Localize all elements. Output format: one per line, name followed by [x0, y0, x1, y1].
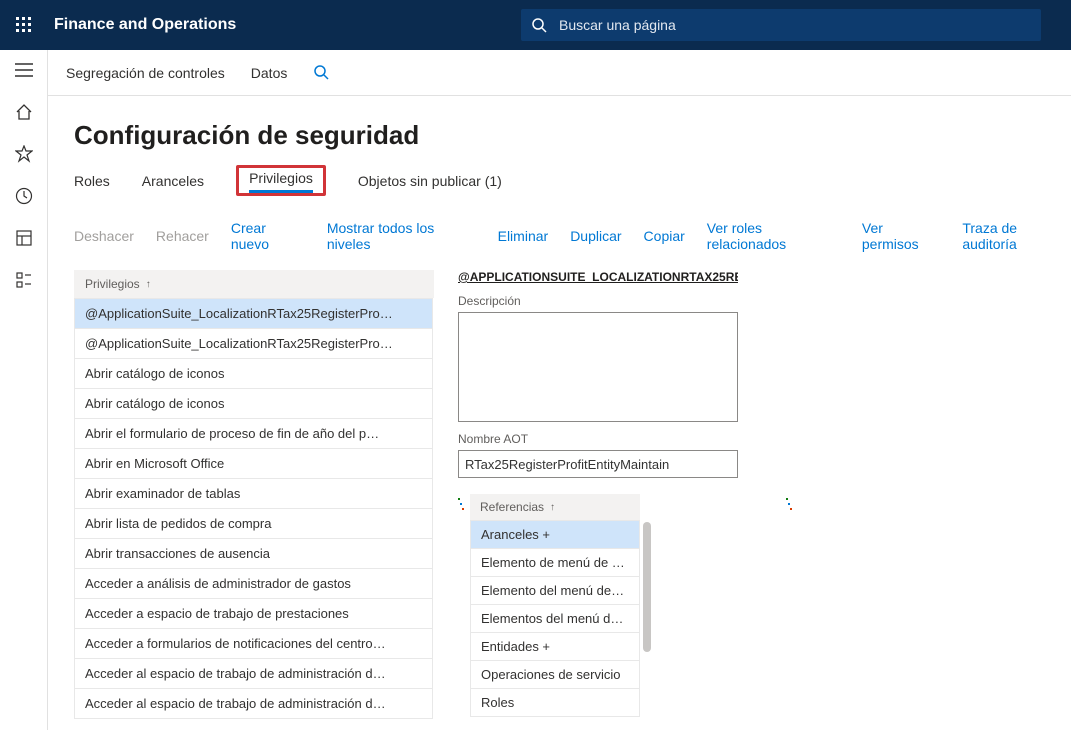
- sort-ascending-icon: ↑: [146, 279, 151, 290]
- modules-icon: [15, 271, 33, 289]
- privilege-row[interactable]: Abrir lista de pedidos de compra: [74, 509, 433, 539]
- privilege-row[interactable]: Abrir catálogo de iconos: [74, 389, 433, 419]
- search-icon: [531, 17, 547, 33]
- search-icon: [313, 64, 329, 80]
- tab-privilegios-label: Privilegios: [249, 170, 313, 186]
- topbar: Finance and Operations: [0, 0, 1071, 50]
- aot-name-value: RTax25RegisterProfitEntityMaintain: [465, 457, 669, 472]
- action-duplicate[interactable]: Duplicar: [570, 228, 621, 244]
- tab-privilegios[interactable]: Privilegios: [236, 165, 326, 196]
- privilege-row[interactable]: Abrir catálogo de iconos: [74, 359, 433, 389]
- references-panel: Referencias ↑ Aranceles + Elemento de me…: [470, 494, 640, 717]
- action-view-related-roles[interactable]: Ver roles relacionados: [707, 220, 840, 252]
- action-show-all-levels[interactable]: Mostrar todos los niveles: [327, 220, 476, 252]
- description-label: Descripción: [458, 294, 1051, 308]
- splitter-handle-left[interactable]: [458, 498, 464, 510]
- brand-title: Finance and Operations: [54, 16, 236, 34]
- action-copy[interactable]: Copiar: [644, 228, 685, 244]
- privilege-row[interactable]: Abrir en Microsoft Office: [74, 449, 433, 479]
- action-redo[interactable]: Rehacer: [156, 228, 209, 244]
- action-view-permissions[interactable]: Ver permisos: [862, 220, 940, 252]
- reference-row[interactable]: Elemento de menú de …: [470, 549, 640, 577]
- privilege-row[interactable]: Acceder a análisis de administrador de g…: [74, 569, 433, 599]
- aot-name-label: Nombre AOT: [458, 432, 1051, 446]
- reference-row[interactable]: Operaciones de servicio: [470, 661, 640, 689]
- actions-row: Deshacer Rehacer Crear nuevo Mostrar tod…: [74, 220, 1071, 252]
- sort-ascending-icon: ↑: [550, 502, 555, 513]
- tab-objetos[interactable]: Objetos sin publicar (1): [358, 169, 502, 193]
- privileges-header-label: Privilegios: [85, 277, 140, 291]
- privilege-row[interactable]: Abrir transacciones de ausencia: [74, 539, 433, 569]
- datos-link[interactable]: Datos: [251, 65, 288, 81]
- favorites-button[interactable]: [14, 144, 34, 164]
- detail-panel: @APPLICATIONSUITE_LOCALIZATIONRTAX25REGI…: [458, 270, 1071, 730]
- references-list[interactable]: Aranceles + Elemento de menú de … Elemen…: [470, 520, 640, 717]
- home-button[interactable]: [14, 102, 34, 122]
- action-create-new[interactable]: Crear nuevo: [231, 220, 305, 252]
- aot-name-field[interactable]: RTax25RegisterProfitEntityMaintain: [458, 450, 738, 478]
- tab-aranceles[interactable]: Aranceles: [142, 169, 204, 193]
- reference-row[interactable]: Aranceles +: [470, 520, 640, 549]
- scrollbar-thumb[interactable]: [643, 522, 651, 652]
- left-rail: [0, 50, 48, 730]
- detail-heading: @APPLICATIONSUITE_LOCALIZATIONRTAX25REGI…: [458, 270, 738, 284]
- action-undo[interactable]: Deshacer: [74, 228, 134, 244]
- privileges-list[interactable]: @ApplicationSuite_LocalizationRTax25Regi…: [74, 298, 434, 730]
- privilege-row[interactable]: Abrir examinador de tablas: [74, 479, 433, 509]
- recents-button[interactable]: [14, 186, 34, 206]
- action-delete[interactable]: Eliminar: [498, 228, 549, 244]
- global-search-input[interactable]: [557, 16, 1031, 34]
- privilege-row[interactable]: Acceder al espacio de trabajo de adminis…: [74, 659, 433, 689]
- reference-row[interactable]: Entidades +: [470, 633, 640, 661]
- secondary-toolbar: Segregación de controles Datos: [48, 50, 1071, 96]
- workspace-icon: [15, 229, 33, 247]
- app-launcher-button[interactable]: [0, 0, 48, 50]
- toolbar-search-button[interactable]: [313, 64, 331, 82]
- hamburger-button[interactable]: [14, 60, 34, 80]
- references-header-label: Referencias: [480, 500, 544, 514]
- home-icon: [15, 103, 33, 121]
- privilege-row[interactable]: @ApplicationSuite_LocalizationRTax25Regi…: [74, 329, 433, 359]
- star-icon: [15, 145, 33, 163]
- workspaces-button[interactable]: [14, 228, 34, 248]
- reference-row[interactable]: Elementos del menú d…: [470, 605, 640, 633]
- privileges-panel: Privilegios ↑ @ApplicationSuite_Localiza…: [74, 270, 434, 730]
- hamburger-icon: [15, 63, 33, 77]
- action-audit-trail[interactable]: Traza de auditoría: [962, 220, 1071, 252]
- page-title: Configuración de seguridad: [74, 120, 1071, 151]
- privilege-row[interactable]: Abrir el formulario de proceso de fin de…: [74, 419, 433, 449]
- privileges-header[interactable]: Privilegios ↑: [74, 270, 434, 298]
- global-search[interactable]: [521, 9, 1041, 41]
- privilege-row[interactable]: Acceder a formularios de notificaciones …: [74, 629, 433, 659]
- references-scrollbar[interactable]: [642, 520, 652, 717]
- privilege-row[interactable]: Acceder a espacio de trabajo de prestaci…: [74, 599, 433, 629]
- reference-row[interactable]: Roles: [470, 689, 640, 717]
- references-header[interactable]: Referencias ↑: [470, 494, 640, 520]
- tabs-row: Roles Aranceles Privilegios Objetos sin …: [74, 165, 1071, 196]
- modules-button[interactable]: [14, 270, 34, 290]
- clock-icon: [15, 187, 33, 205]
- segregation-link[interactable]: Segregación de controles: [66, 65, 225, 81]
- description-textarea[interactable]: [458, 312, 738, 422]
- privilege-row[interactable]: Acceder al espacio de trabajo de adminis…: [74, 689, 433, 719]
- waffle-icon: [16, 17, 32, 33]
- tab-active-underline: [249, 190, 313, 193]
- reference-row[interactable]: Elemento del menú de…: [470, 577, 640, 605]
- splitter-handle-right[interactable]: [786, 498, 792, 510]
- privilege-row[interactable]: @ApplicationSuite_LocalizationRTax25Regi…: [74, 298, 433, 329]
- tab-roles[interactable]: Roles: [74, 169, 110, 193]
